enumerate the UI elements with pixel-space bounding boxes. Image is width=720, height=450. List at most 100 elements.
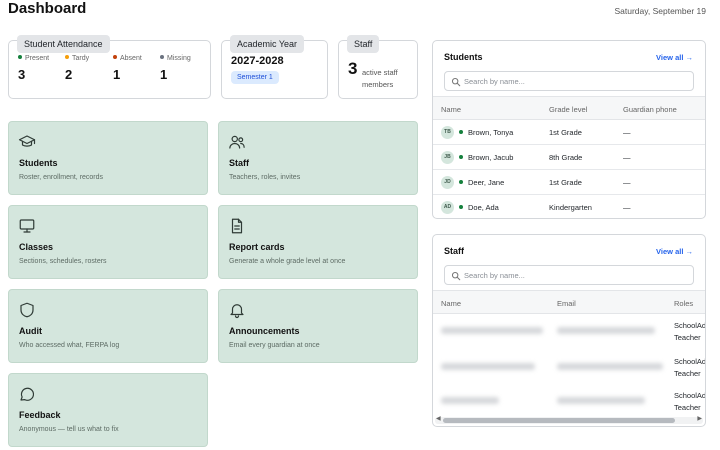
tile-subtitle: Sections, schedules, rosters bbox=[19, 258, 107, 265]
staff-role: Teacher bbox=[674, 403, 701, 412]
semester-badge: Semester 1 bbox=[231, 71, 279, 84]
students-tile[interactable]: Students Roster, enrollment, records bbox=[8, 121, 208, 195]
avatar: JD bbox=[441, 176, 454, 189]
staff-tile[interactable]: Staff Teachers, roles, invites bbox=[218, 121, 418, 195]
student-grade: 1st Grade bbox=[549, 128, 582, 137]
student-phone: — bbox=[623, 153, 631, 162]
column-header-grade[interactable]: Grade level bbox=[549, 105, 587, 114]
redacted-email bbox=[557, 397, 645, 404]
tile-title: Announcements bbox=[229, 326, 300, 336]
tile-title: Report cards bbox=[229, 242, 285, 252]
student-grade: Kindergarten bbox=[549, 203, 592, 212]
student-phone: — bbox=[623, 128, 631, 137]
table-row[interactable]: SchoolAd Teacher bbox=[433, 351, 705, 385]
staff-table-header: Name Email Roles bbox=[433, 290, 705, 314]
staff-role: SchoolAd bbox=[674, 321, 706, 330]
report-cards-tile[interactable]: Report cards Generate a whole grade leve… bbox=[218, 205, 418, 279]
tile-title: Staff bbox=[229, 158, 249, 168]
student-grade: 8th Grade bbox=[549, 153, 583, 162]
table-row[interactable]: JB Brown, Jacub 8th Grade — bbox=[433, 145, 705, 170]
student-name: Brown, Jacub bbox=[468, 153, 514, 162]
table-row[interactable]: TB Brown, Tonya 1st Grade — bbox=[433, 120, 705, 145]
column-header-phone[interactable]: Guardian phone bbox=[623, 105, 677, 114]
tardy-dot-icon bbox=[65, 55, 69, 60]
attendance-present-count: 3 bbox=[18, 67, 26, 82]
staff-role: Teacher bbox=[674, 369, 701, 378]
present-dot-icon bbox=[18, 55, 22, 60]
classes-tile[interactable]: Classes Sections, schedules, rosters bbox=[8, 205, 208, 279]
monitor-icon bbox=[19, 219, 35, 233]
academic-year-card: Academic Year 2027-2028 Semester 1 bbox=[221, 35, 328, 99]
students-search-input[interactable] bbox=[464, 75, 684, 88]
redacted-name bbox=[441, 397, 499, 404]
table-row[interactable]: AD Doe, Ada Kindergarten — bbox=[433, 195, 705, 218]
redacted-name bbox=[441, 363, 535, 370]
attendance-missing-count: 1 bbox=[160, 67, 168, 82]
tile-subtitle: Generate a whole grade level at once bbox=[229, 258, 346, 265]
scrollbar-thumb[interactable] bbox=[443, 418, 675, 423]
avatar: AD bbox=[441, 201, 454, 214]
redacted-name bbox=[441, 327, 543, 334]
tile-subtitle: Anonymous — tell us what to fix bbox=[19, 426, 119, 433]
feedback-tile[interactable]: Feedback Anonymous — tell us what to fix bbox=[8, 373, 208, 447]
tile-subtitle: Teachers, roles, invites bbox=[229, 174, 301, 181]
tile-subtitle: Email every guardian at once bbox=[229, 342, 320, 349]
column-header-email[interactable]: Email bbox=[557, 299, 576, 308]
staff-role: Teacher bbox=[674, 333, 701, 342]
student-phone: — bbox=[623, 203, 631, 212]
table-row[interactable]: JD Deer, Jane 1st Grade — bbox=[433, 170, 705, 195]
tile-title: Audit bbox=[19, 326, 42, 336]
search-icon bbox=[451, 271, 461, 281]
staff-search-box bbox=[444, 265, 694, 285]
redacted-email bbox=[557, 363, 663, 370]
staff-search-input[interactable] bbox=[464, 269, 684, 282]
tile-subtitle: Roster, enrollment, records bbox=[19, 174, 104, 181]
document-icon bbox=[231, 218, 243, 234]
students-panel-title: Students bbox=[444, 52, 483, 62]
staff-panel: Staff View all → Name Email Roles School… bbox=[432, 234, 706, 427]
announcements-tile[interactable]: Announcements Email every guardian at on… bbox=[218, 289, 418, 363]
students-panel: Students View all → Name Grade level Gua… bbox=[432, 40, 706, 219]
absent-dot-icon bbox=[113, 55, 117, 60]
attendance-absent-label: Absent bbox=[113, 55, 142, 62]
missing-dot-icon bbox=[160, 55, 164, 60]
avatar: TB bbox=[441, 126, 454, 139]
student-attendance-title: Student Attendance bbox=[17, 35, 110, 53]
scroll-right-icon[interactable]: ▶ bbox=[697, 415, 702, 422]
scroll-left-icon[interactable]: ◀ bbox=[436, 415, 441, 422]
status-dot-icon bbox=[459, 130, 463, 134]
students-view-all-link[interactable]: View all → bbox=[656, 53, 693, 62]
tile-title: Feedback bbox=[19, 410, 61, 420]
staff-stat-card: Staff 3 active staff members bbox=[338, 35, 418, 99]
student-grade: 1st Grade bbox=[549, 178, 582, 187]
student-phone: — bbox=[623, 178, 631, 187]
student-name: Deer, Jane bbox=[468, 178, 505, 187]
current-date: Saturday, September 19 bbox=[614, 6, 706, 16]
attendance-missing-label: Missing bbox=[160, 55, 191, 62]
staff-stat-title: Staff bbox=[347, 35, 380, 53]
staff-panel-title: Staff bbox=[444, 246, 464, 256]
student-name: Brown, Tonya bbox=[468, 128, 514, 137]
academic-year-value: 2027-2028 bbox=[231, 55, 284, 67]
tile-title: Students bbox=[19, 158, 58, 168]
academic-year-title: Academic Year bbox=[230, 35, 305, 53]
student-name: Doe, Ada bbox=[468, 203, 499, 212]
bell-icon bbox=[230, 304, 244, 319]
shield-icon bbox=[20, 302, 34, 318]
column-header-name[interactable]: Name bbox=[441, 299, 461, 308]
attendance-tardy-label: Tardy bbox=[65, 55, 89, 62]
staff-view-all-link[interactable]: View all → bbox=[656, 247, 693, 256]
column-header-name[interactable]: Name bbox=[441, 105, 461, 114]
staff-caption: active staff members bbox=[362, 68, 398, 89]
staff-count: 3 bbox=[348, 59, 358, 78]
search-icon bbox=[451, 77, 461, 87]
staff-role: SchoolAd bbox=[674, 357, 706, 366]
attendance-tardy-count: 2 bbox=[65, 67, 73, 82]
status-dot-icon bbox=[459, 205, 463, 209]
table-row[interactable]: SchoolAd Teacher bbox=[433, 387, 705, 421]
table-row[interactable]: SchoolAd Teacher bbox=[433, 315, 705, 349]
redacted-email bbox=[557, 327, 655, 334]
audit-tile[interactable]: Audit Who accessed what, FERPA log bbox=[8, 289, 208, 363]
column-header-roles[interactable]: Roles bbox=[674, 299, 693, 308]
horizontal-scrollbar[interactable]: ◀ ▶ bbox=[435, 415, 703, 424]
